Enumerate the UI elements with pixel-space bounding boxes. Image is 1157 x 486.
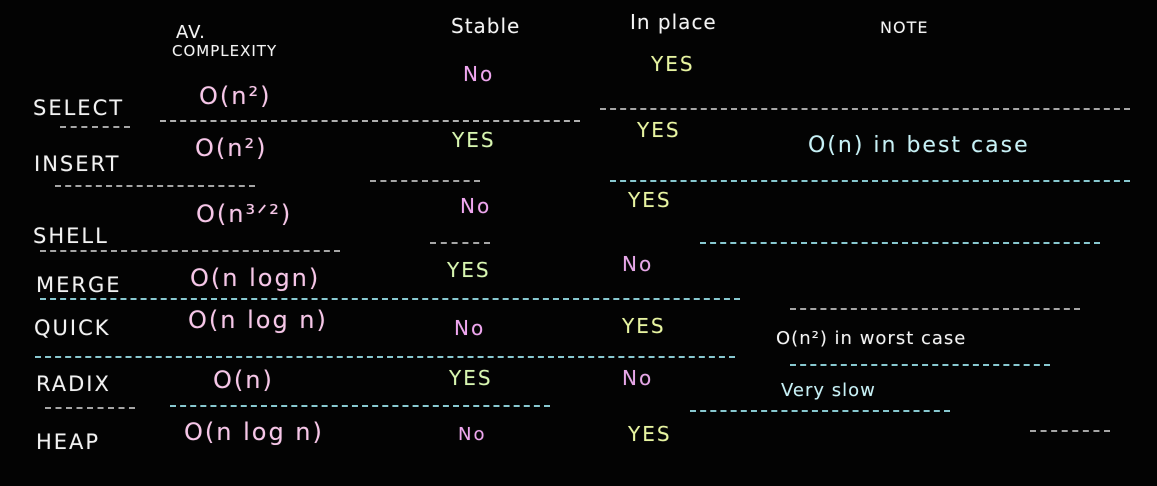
stable-quick: No [454, 316, 486, 340]
inplace-radix: No [622, 366, 654, 390]
stable-insert: YES [452, 128, 496, 152]
row-divider [35, 356, 735, 358]
row-divider [790, 308, 1080, 310]
inplace-shell: YES [628, 188, 672, 212]
complexity-radix: O(n) [213, 366, 274, 394]
row-divider [790, 364, 1050, 366]
inplace-insert: YES [637, 118, 681, 142]
stable-select: No [463, 62, 495, 86]
row-label-merge: MERGE [36, 273, 122, 297]
row-divider [430, 242, 490, 244]
row-divider [370, 180, 480, 182]
complexity-merge: O(n logn) [190, 264, 321, 292]
row-divider [600, 108, 1130, 110]
row-label-insert: INSERT [34, 152, 121, 176]
header-inplace: In place [630, 10, 717, 34]
row-divider [690, 410, 950, 412]
inplace-merge: No [622, 252, 654, 276]
row-label-shell: SHELL [33, 224, 109, 248]
stable-merge: YES [447, 258, 491, 282]
inplace-heap: YES [628, 422, 672, 446]
complexity-insert: O(n²) [195, 134, 268, 162]
row-divider [1030, 430, 1110, 432]
row-label-select: SELECT [33, 96, 125, 120]
row-divider [160, 120, 580, 122]
chalkboard: AV. COMPLEXITY Stable In place NOTE SELE… [0, 0, 1157, 486]
row-divider [610, 180, 1130, 182]
header-complexity-line1: AV. [176, 22, 206, 43]
header-stable: Stable [451, 14, 521, 38]
row-label-radix: RADIX [36, 372, 111, 396]
complexity-shell: O(n³ᐟ²) [196, 200, 293, 228]
complexity-select: O(n²) [199, 82, 272, 110]
row-label-quick: QUICK [34, 316, 111, 340]
row-divider [60, 126, 130, 128]
note-insert: O(n) in best case [808, 133, 1030, 158]
row-divider [55, 185, 255, 187]
row-divider [700, 242, 1100, 244]
row-divider [45, 407, 135, 409]
row-label-heap: HEAP [36, 430, 101, 454]
stable-radix: YES [449, 366, 493, 390]
header-complexity-line2: COMPLEXITY [172, 42, 278, 60]
note-quick: O(n²) in worst case [776, 328, 967, 349]
inplace-select: YES [651, 52, 695, 76]
row-divider [170, 405, 550, 407]
row-divider [40, 298, 740, 300]
stable-heap: No [458, 424, 487, 445]
complexity-quick: O(n log n) [188, 306, 328, 334]
row-divider [40, 250, 340, 252]
inplace-quick: YES [622, 314, 666, 338]
stable-shell: No [460, 194, 492, 218]
complexity-heap: O(n log n) [184, 418, 324, 446]
note-radix: Very slow [781, 380, 876, 401]
header-note: NOTE [880, 18, 929, 37]
